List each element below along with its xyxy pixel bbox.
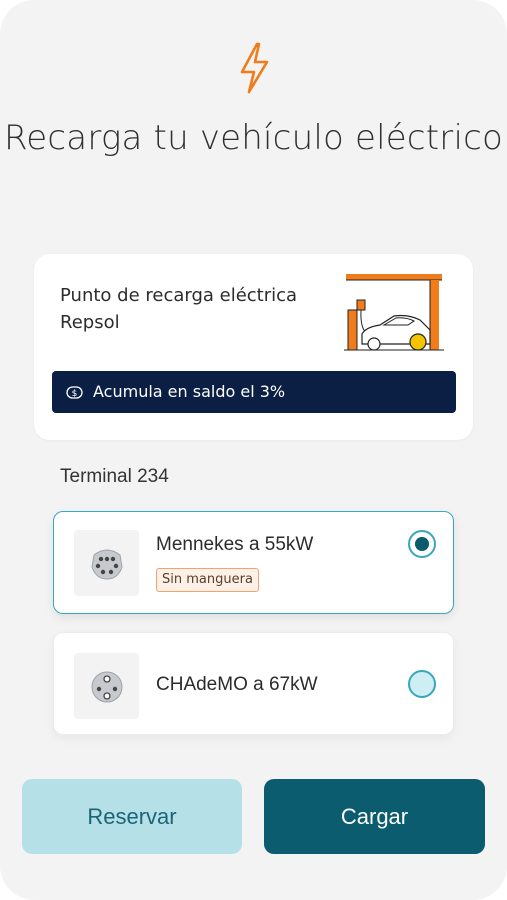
- svg-text:$: $: [72, 389, 78, 399]
- terminal-label: Terminal 234: [60, 466, 169, 487]
- option-label: Mennekes a 55kW: [156, 534, 314, 555]
- connector-icon-box: [74, 530, 139, 596]
- reserve-button[interactable]: Reservar: [22, 779, 242, 854]
- station-card: Punto de recarga eléctrica Repsol $ Acum…: [34, 254, 473, 440]
- connector-icon-box: [74, 653, 139, 719]
- chademo-connector-icon: [91, 671, 123, 703]
- connector-option-mennekes[interactable]: Mennekes a 55kW Sin manguera: [53, 511, 454, 614]
- cashback-banner: $ Acumula en saldo el 3%: [52, 371, 456, 413]
- connector-option-chademo[interactable]: CHAdeMO a 67kW: [53, 632, 454, 735]
- charge-button[interactable]: Cargar: [264, 779, 485, 854]
- option-label: CHAdeMO a 67kW: [156, 674, 318, 695]
- cashback-icon: $: [66, 385, 83, 399]
- cashback-text: Acumula en saldo el 3%: [93, 382, 286, 401]
- screen: Recarga tu vehículo eléctrico Punto de r…: [0, 0, 507, 900]
- mennekes-connector-icon: [91, 549, 123, 580]
- station-title: Punto de recarga eléctrica Repsol: [60, 285, 298, 333]
- radio-selected[interactable]: [408, 530, 436, 558]
- page-title: Recarga tu vehículo eléctrico: [3, 118, 504, 158]
- radio-unselected[interactable]: [408, 670, 436, 698]
- charging-station-car-illustration: [344, 274, 444, 351]
- no-hose-tag: Sin manguera: [156, 568, 259, 592]
- lightning-bolt-icon: [240, 42, 269, 94]
